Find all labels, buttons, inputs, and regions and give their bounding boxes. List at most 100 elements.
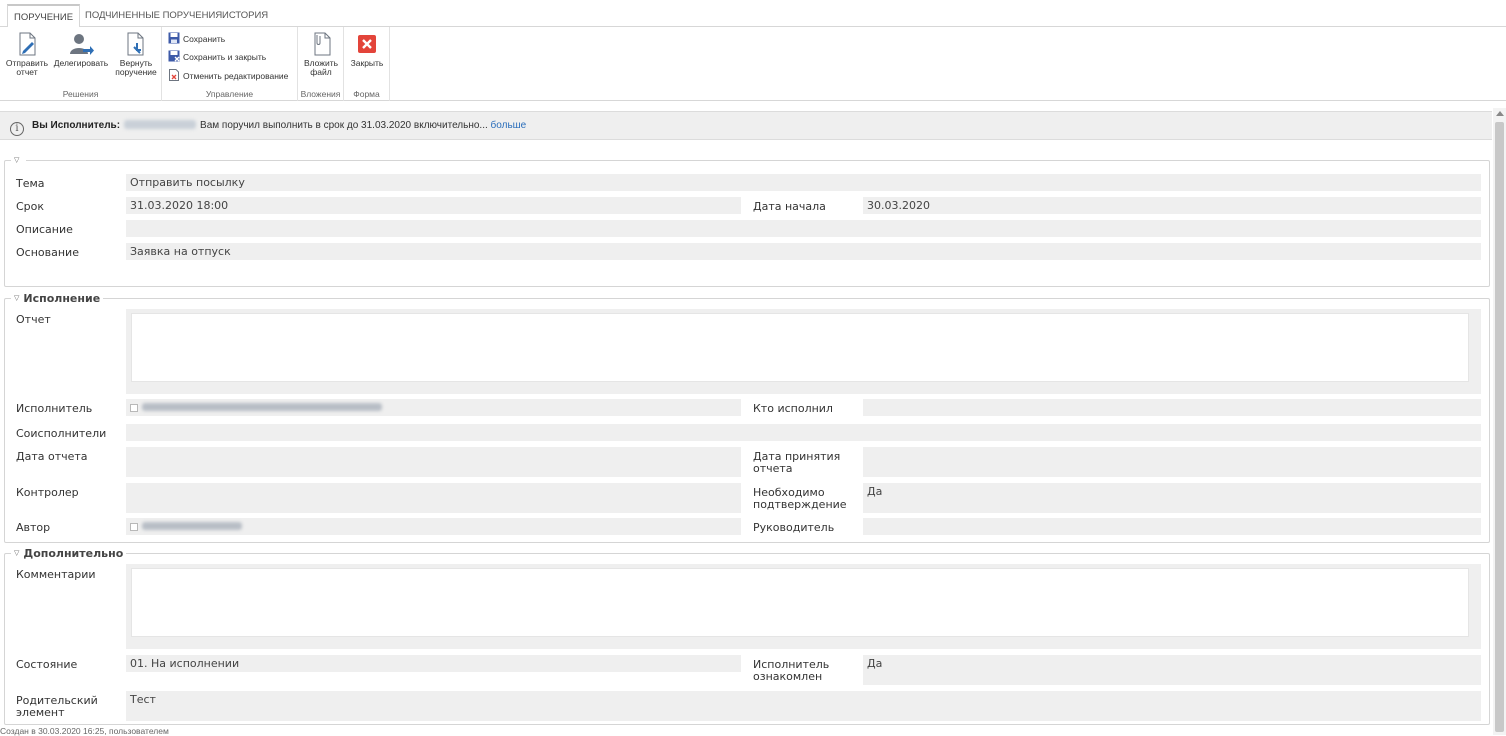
controller-label: Контролер <box>16 486 79 499</box>
report-accept-date-field[interactable] <box>863 447 1481 477</box>
deadline-value: 31.03.2020 18:00 <box>130 199 229 212</box>
redacted-author-name <box>142 522 242 530</box>
co-executors-field[interactable] <box>126 424 1481 441</box>
state-label: Состояние <box>16 658 78 671</box>
confirmation-required-value: Да <box>867 485 883 498</box>
main-fieldset-toggle[interactable]: ▽ <box>11 154 27 167</box>
scroll-thumb[interactable] <box>1495 122 1504 732</box>
return-task-label: Вернуть поручение <box>115 58 157 77</box>
scroll-up-arrow-icon[interactable] <box>1496 111 1504 116</box>
comments-textarea[interactable] <box>131 568 1469 637</box>
executor-acquainted-field[interactable]: Да <box>863 655 1481 685</box>
basis-field[interactable]: Заявка на отпуск <box>126 243 1481 260</box>
start-date-value: 30.03.2020 <box>867 199 930 212</box>
report-date-field[interactable] <box>126 447 741 477</box>
manager-field[interactable] <box>863 518 1481 535</box>
state-value: 01. На исполнении <box>130 657 240 670</box>
executor-prefix: Вы Исполнитель: <box>32 120 121 131</box>
tab-subordinate-tasks[interactable]: ПОДЧИНЕННЫЕ ПОРУЧЕНИЯ <box>79 4 228 27</box>
close-button[interactable]: Закрыть <box>347 31 387 68</box>
author-label: Автор <box>16 521 51 534</box>
vertical-scrollbar[interactable] <box>1493 108 1506 735</box>
group-label-management: Управление <box>205 89 254 99</box>
basis-value: Заявка на отпуск <box>130 245 231 258</box>
state-field[interactable]: 01. На исполнении <box>126 655 741 672</box>
executor-field[interactable] <box>126 399 741 416</box>
topic-label: Тема <box>16 177 45 190</box>
ribbon-group-management: Сохранить Сохранить и закрыть Отменить р… <box>162 27 298 101</box>
group-label-attachments: Вложения <box>300 89 341 99</box>
confirmation-required-label: Необходимо подтверждение <box>753 486 847 511</box>
parent-element-label: Родительский элемент <box>16 694 98 719</box>
report-textarea[interactable] <box>131 313 1469 382</box>
collapse-triangle-icon: ▽ <box>14 549 20 557</box>
return-task-button[interactable]: Вернуть поручение <box>114 31 158 77</box>
delegate-label: Делегировать <box>53 58 109 68</box>
tab-task[interactable]: ПОРУЧЕНИЕ <box>7 4 81 28</box>
collapse-triangle-icon: ▽ <box>14 294 20 302</box>
basis-label: Основание <box>16 246 79 259</box>
ribbon-group-decisions: Отправить отчет Делегировать Вернуть пор… <box>0 27 162 101</box>
info-icon: i <box>10 122 24 136</box>
report-label: Отчет <box>16 313 51 326</box>
additional-title: Дополнительно <box>23 547 124 560</box>
executor-checkbox[interactable] <box>130 404 138 412</box>
save-and-close-label: Сохранить и закрыть <box>183 52 267 62</box>
collapse-triangle-icon: ▽ <box>14 156 20 164</box>
save-label: Сохранить <box>183 34 226 44</box>
deadline-label: Срок <box>16 200 45 213</box>
who-executed-label: Кто исполнил <box>753 402 833 415</box>
ribbon-group-attachments: Вложить файл Вложения <box>298 27 344 101</box>
manager-label: Руководитель <box>753 521 835 534</box>
delegate-icon <box>70 34 94 55</box>
start-date-field[interactable]: 30.03.2020 <box>863 197 1481 214</box>
close-icon <box>358 35 376 53</box>
topic-field[interactable]: Отправить посылку <box>126 174 1481 191</box>
cancel-edit-icon <box>169 69 179 81</box>
more-link[interactable]: больше <box>491 120 527 131</box>
deadline-field[interactable]: 31.03.2020 18:00 <box>126 197 741 214</box>
report-date-label: Дата отчета <box>16 450 88 463</box>
report-textarea-wrapper <box>126 309 1481 394</box>
ribbon: Отправить отчет Делегировать Вернуть пор… <box>0 27 1506 101</box>
parent-element-value: Тест <box>130 693 156 706</box>
main-fieldset: ▽ Тема Отправить посылку Срок 31.03.2020… <box>4 154 1490 287</box>
delegate-button[interactable]: Делегировать <box>52 31 110 68</box>
author-field[interactable] <box>126 518 741 535</box>
tab-history[interactable]: ИСТОРИЯ <box>216 4 274 27</box>
report-accept-date-label: Дата принятия отчета <box>753 450 841 475</box>
ribbon-group-form: Закрыть Форма <box>344 27 390 101</box>
description-field[interactable] <box>126 220 1481 237</box>
comments-textarea-wrapper <box>126 564 1481 649</box>
start-date-label: Дата начала <box>753 200 826 213</box>
execution-fieldset-toggle[interactable]: ▽ Исполнение <box>11 292 104 305</box>
who-executed-field[interactable] <box>863 399 1481 416</box>
group-label-form: Форма <box>353 89 380 99</box>
send-report-icon <box>19 32 36 56</box>
co-executors-label: Соисполнители <box>16 427 107 440</box>
parent-element-field[interactable]: Тест <box>126 691 1481 721</box>
executor-acquainted-label: Исполнитель ознакомлен <box>753 658 830 683</box>
send-report-button[interactable]: Отправить отчет <box>5 31 49 77</box>
cancel-edit-label: Отменить редактирование <box>183 71 289 81</box>
close-label: Закрыть <box>350 58 384 68</box>
return-document-icon <box>127 32 144 56</box>
info-bar: i Вы Исполнитель: Вам поручил выполнить в … <box>0 111 1492 140</box>
paperclip-document-icon <box>314 32 331 56</box>
send-report-label: Отправить отчет <box>5 58 49 77</box>
ribbon-tabbar: ПОРУЧЕНИЕ ПОДЧИНЕННЫЕ ПОРУЧЕНИЯ ИСТОРИЯ <box>0 0 1506 28</box>
additional-fieldset-toggle[interactable]: ▽ Дополнительно <box>11 547 127 560</box>
redacted-name <box>124 120 197 129</box>
cancel-edit-button[interactable]: Отменить редактирование <box>168 68 288 84</box>
save-button[interactable]: Сохранить <box>168 31 225 47</box>
save-and-close-button[interactable]: Сохранить и закрыть <box>168 49 266 65</box>
execution-fieldset: ▽ Исполнение Отчет Исполнитель Кто исполн… <box>4 292 1490 543</box>
confirmation-required-field[interactable]: Да <box>863 483 1481 513</box>
controller-field[interactable] <box>126 483 741 513</box>
attach-file-button[interactable]: Вложить файл <box>301 31 341 77</box>
author-checkbox[interactable] <box>130 523 138 531</box>
comments-label: Комментарии <box>16 568 96 581</box>
topic-value: Отправить посылку <box>130 176 245 189</box>
additional-fieldset: ▽ Дополнительно Комментарии Состояние 01.… <box>4 547 1490 725</box>
attach-file-label: Вложить файл <box>303 58 339 77</box>
